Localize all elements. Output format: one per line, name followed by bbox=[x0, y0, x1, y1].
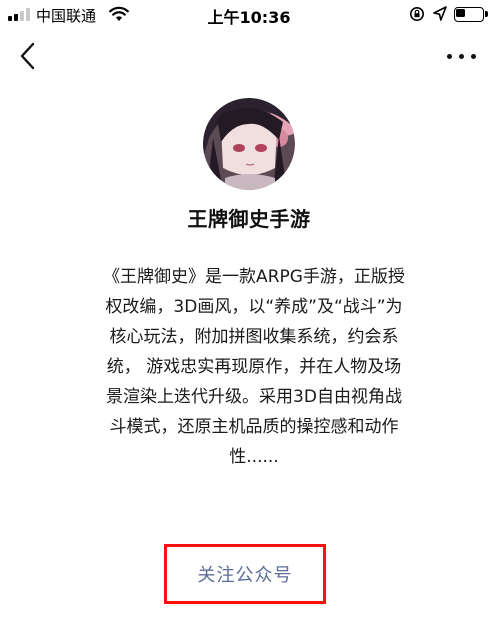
more-options-button[interactable] bbox=[442, 42, 482, 70]
rotation-lock-icon bbox=[410, 7, 424, 21]
back-button[interactable] bbox=[14, 38, 46, 74]
intro-line: 统， 游戏忠实再现原作，并在人物及场 bbox=[106, 357, 402, 377]
intro-line: 核心玩法，附加拼图收集系统，约会系 bbox=[109, 327, 399, 347]
highlight-box: 关注公众号 bbox=[164, 544, 326, 604]
location-arrow-icon bbox=[433, 6, 447, 21]
intro-line: 《王牌御史》是一款ARPG手游，正版授 bbox=[103, 267, 405, 287]
intro-line: 权改编，3D画风，以“养成”及“战斗”为 bbox=[105, 297, 403, 317]
follow-account-button[interactable]: 关注公众号 bbox=[167, 547, 323, 601]
intro-line: 景渲染上迭代升级。采用3D自由视角战 bbox=[106, 387, 402, 407]
nav-bar bbox=[0, 30, 498, 82]
account-name: 王牌御史手游 bbox=[187, 207, 311, 231]
status-bar: 中国联通 上午10:36 bbox=[0, 0, 498, 30]
intro-line: 性...... bbox=[229, 447, 279, 467]
intro-line: 斗模式，还原主机品质的操控感和动作 bbox=[109, 417, 399, 437]
battery-icon bbox=[454, 7, 488, 22]
screen: 中国联通 上午10:36 王牌御史手游 《王牌御史》是一款ARPG手游，正版授 … bbox=[0, 0, 498, 641]
account-avatar bbox=[203, 98, 295, 190]
account-intro: 《王牌御史》是一款ARPG手游，正版授 权改编，3D画风，以“养成”及“战斗”为… bbox=[70, 262, 438, 472]
